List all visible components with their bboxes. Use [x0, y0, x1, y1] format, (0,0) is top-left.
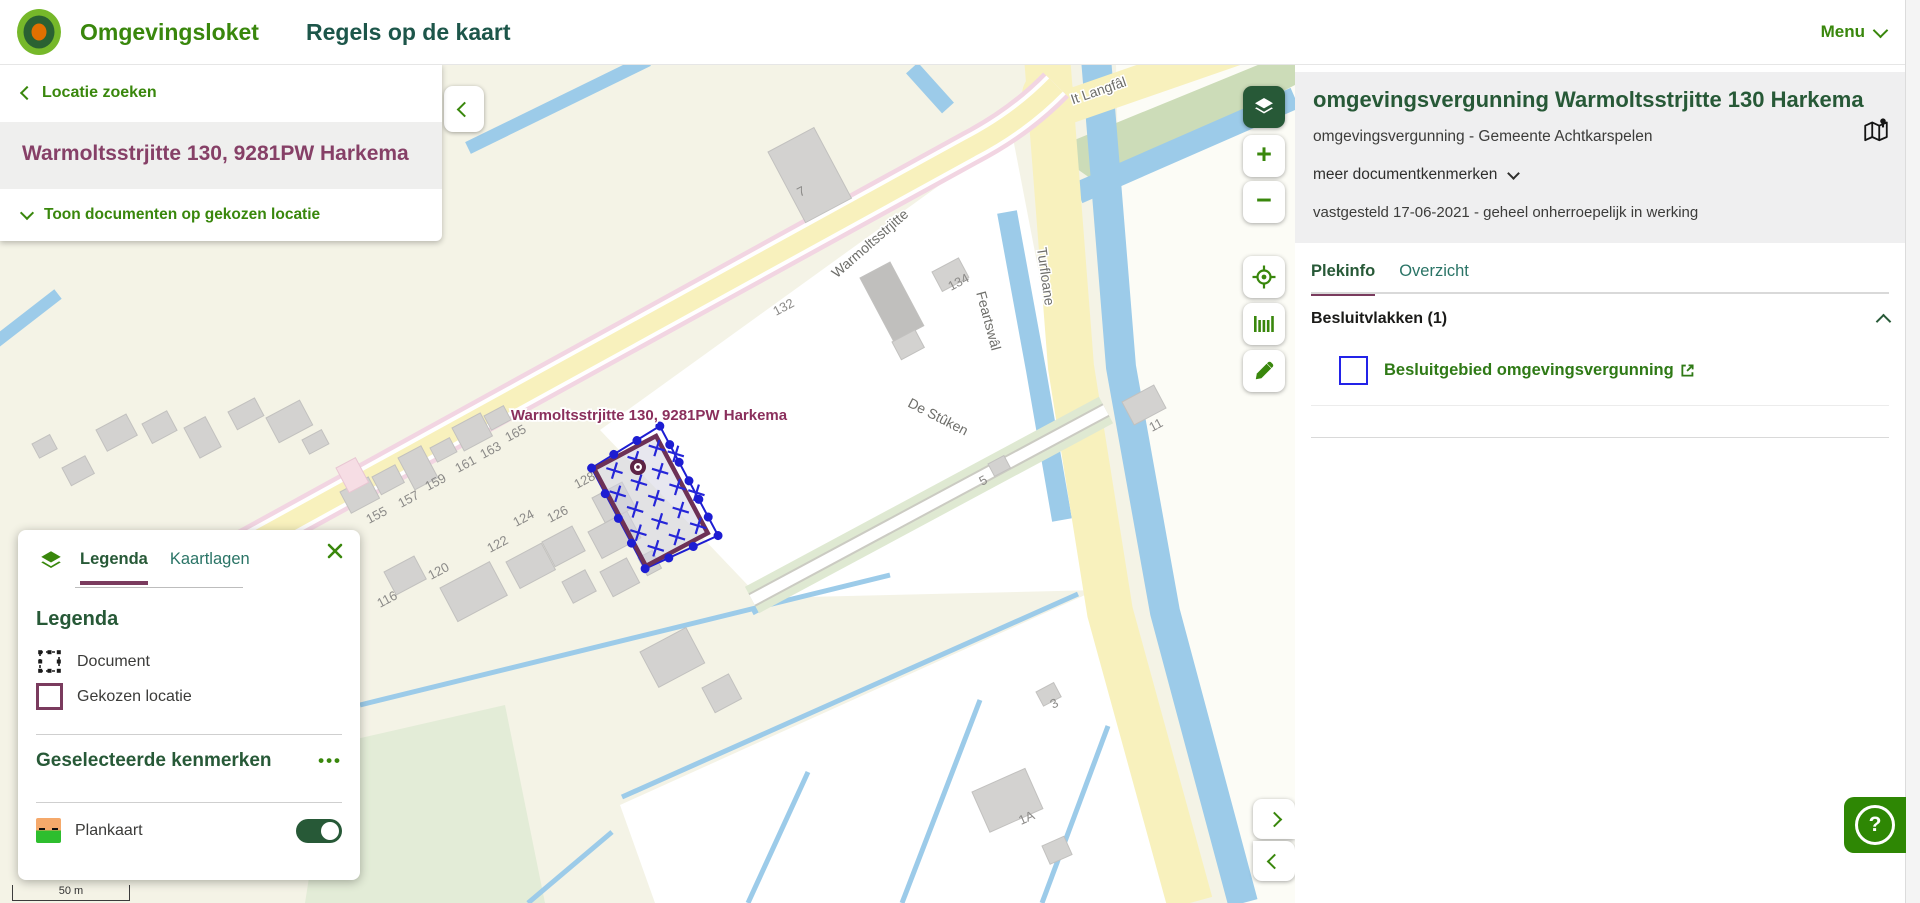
divider — [36, 802, 342, 803]
help-button[interactable]: ? — [1844, 797, 1906, 853]
minus-icon: − — [1256, 187, 1272, 214]
besluitgebied-item[interactable]: Besluitgebied omgevingsvergunning — [1339, 356, 1695, 385]
chevron-left-icon — [20, 86, 34, 100]
tab-legenda[interactable]: Legenda — [80, 550, 148, 585]
chevron-down-icon — [20, 206, 34, 220]
app-title[interactable]: Omgevingsloket — [80, 0, 259, 64]
scale-label: 50 m — [59, 885, 83, 897]
collapse-right-panel-button[interactable] — [1253, 841, 1295, 881]
document-status: vastgesteld 17-06-2021 - geheel onherroe… — [1313, 204, 1886, 221]
show-documents-toggle[interactable]: Toon documenten op gekozen locatie — [0, 189, 442, 241]
detail-tabs: Plekinfo Overzicht — [1311, 262, 1469, 296]
layers-icon — [1252, 95, 1276, 119]
divider — [36, 734, 342, 735]
divider — [1311, 405, 1889, 406]
layer-row-plankaart: Plankaart — [36, 818, 342, 843]
crosshair-icon — [1251, 264, 1277, 290]
map-icon — [1862, 116, 1890, 144]
chevron-down-icon — [1508, 167, 1521, 180]
section-title: Besluitvlakken (1) — [1311, 310, 1447, 328]
tab-plekinfo[interactable]: Plekinfo — [1311, 262, 1375, 296]
more-document-attributes[interactable]: meer documentkenmerken — [1313, 166, 1886, 184]
plus-icon: + — [1256, 141, 1272, 168]
collapse-left-panel-button[interactable] — [444, 86, 484, 132]
document-title: omgevingsvergunning Warmoltsstrjitte 130… — [1313, 86, 1886, 114]
legend-item-label: Gekozen locatie — [77, 688, 192, 706]
draw-button[interactable] — [1243, 350, 1285, 392]
menu-label: Menu — [1821, 22, 1865, 42]
besluitvlakken-section-header[interactable]: Besluitvlakken (1) — [1311, 310, 1889, 328]
chevron-down-icon — [1873, 22, 1889, 38]
back-label: Locatie zoeken — [42, 84, 157, 102]
pencil-icon — [1252, 359, 1276, 383]
tab-underline — [75, 587, 243, 588]
tab-underline — [1311, 292, 1889, 294]
tab-kaartlagen[interactable]: Kaartlagen — [170, 550, 250, 585]
chosen-location-marker — [632, 461, 644, 473]
chevron-up-icon — [1876, 314, 1892, 330]
close-legend-button[interactable] — [326, 542, 346, 562]
legend-item-label: Document — [77, 653, 150, 671]
menu-button[interactable]: Menu — [1821, 0, 1886, 64]
app-window: 155 157 159 161 163 165 116 120 122 124 … — [0, 0, 1920, 903]
show-on-map-button[interactable] — [1862, 116, 1890, 149]
layers-button[interactable] — [1243, 86, 1285, 128]
besluitgebied-label: Besluitgebied omgevingsvergunning — [1384, 361, 1674, 380]
chevron-right-icon — [1266, 811, 1282, 827]
locate-me-button[interactable] — [1243, 256, 1285, 298]
chosen-location-swatch-icon — [36, 683, 63, 710]
page-title[interactable]: Regels op de kaart — [306, 0, 511, 64]
plankaart-toggle[interactable] — [296, 819, 342, 843]
layer-label: Plankaart — [75, 822, 143, 840]
selected-features-heading: Geselecteerde kenmerken — [36, 750, 272, 772]
location-panel: Locatie zoeken Warmoltsstrjitte 130, 928… — [0, 64, 442, 241]
expand-right-panel-button[interactable] — [1253, 799, 1295, 839]
document-swatch-icon — [36, 648, 63, 675]
show-documents-label: Toon documenten op gekozen locatie — [44, 206, 320, 224]
overflow-menu-button[interactable]: ••• — [318, 751, 342, 771]
document-detail-panel: omgevingsvergunning Warmoltsstrjitte 130… — [1295, 64, 1906, 903]
besluitgebied-swatch-icon — [1339, 356, 1368, 385]
measure-icon — [1252, 312, 1276, 336]
question-mark-icon: ? — [1855, 805, 1895, 845]
plankaart-swatch-icon — [36, 818, 61, 843]
chevron-left-icon — [456, 101, 472, 117]
external-link-icon — [1680, 363, 1695, 378]
map-scale-bar: 50 m — [12, 885, 130, 901]
document-header: omgevingsvergunning Warmoltsstrjitte 130… — [1295, 72, 1906, 243]
more-label: meer documentkenmerken — [1313, 166, 1497, 184]
zoom-out-button[interactable]: − — [1243, 181, 1285, 223]
zoom-in-button[interactable]: + — [1243, 135, 1285, 177]
back-to-location-search[interactable]: Locatie zoeken — [0, 64, 442, 122]
close-icon — [326, 542, 344, 560]
selected-address: Warmoltsstrjitte 130, 9281PW Harkema — [0, 122, 442, 189]
legend-item-document: Document — [36, 648, 150, 675]
divider — [1311, 437, 1889, 438]
omgevingsloket-logo — [16, 9, 62, 55]
layers-icon — [38, 548, 64, 574]
legend-panel: Legenda Kaartlagen Legenda Document — [18, 530, 360, 880]
legend-heading: Legenda — [36, 608, 118, 631]
app-header: Omgevingsloket Regels op de kaart Menu — [0, 0, 1920, 65]
scrollbar-track[interactable] — [1905, 0, 1920, 903]
tab-overzicht[interactable]: Overzicht — [1399, 262, 1469, 296]
legend-tabs: Legenda Kaartlagen — [80, 548, 250, 585]
legend-item-gekozen-locatie: Gekozen locatie — [36, 683, 192, 710]
measure-button[interactable] — [1243, 303, 1285, 345]
selected-location-label: Warmoltsstrjitte 130, 9281PW Harkema — [511, 407, 788, 424]
document-subtitle: omgevingsvergunning - Gemeente Achtkarsp… — [1313, 128, 1886, 146]
chevron-left-icon — [1266, 853, 1282, 869]
